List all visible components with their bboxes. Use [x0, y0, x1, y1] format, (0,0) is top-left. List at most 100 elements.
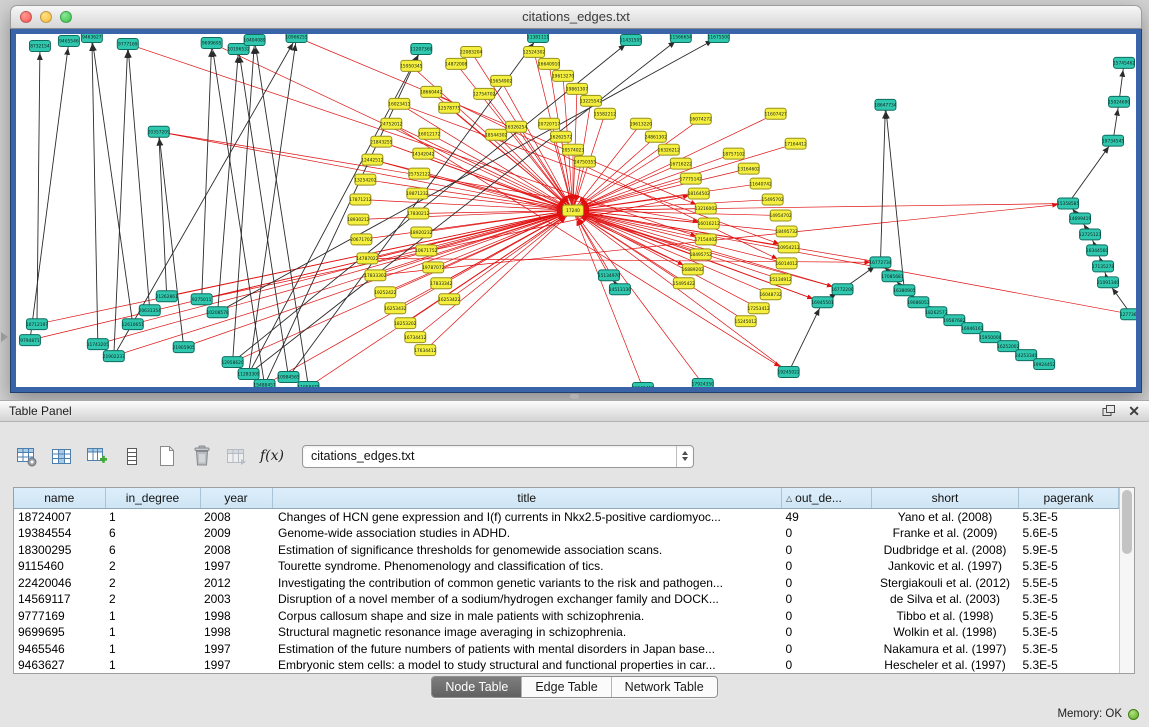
graph-node[interactable]: 19924452 — [1033, 359, 1055, 370]
graph-node[interactable]: 16734412 — [404, 332, 426, 343]
graph-node[interactable]: 15488457 — [253, 380, 275, 387]
graph-node[interactable]: 17085681 — [881, 271, 903, 282]
graph-node[interactable]: 9777169 — [117, 38, 138, 49]
graph-node[interactable]: 13225542 — [580, 95, 602, 106]
graph-node[interactable]: 18930212 — [347, 214, 369, 225]
graph-node[interactable]: 11675500 — [708, 34, 730, 42]
graph-node[interactable]: 11058475 — [297, 382, 319, 387]
graph-node[interactable]: 16048732 — [760, 289, 782, 300]
graph-node[interactable]: 9699695 — [201, 37, 222, 48]
graph-node[interactable]: 13254202 — [354, 174, 376, 185]
graph-node[interactable]: 12773602 — [1120, 309, 1136, 320]
table-row[interactable]: 977716911998Corpus callosum shape and si… — [14, 608, 1119, 625]
graph-node[interactable]: 12958620 — [221, 357, 243, 368]
graph-node[interactable]: 22083204 — [460, 46, 482, 57]
table-scrollbar[interactable] — [1119, 488, 1134, 673]
graph-node[interactable]: 19734545 — [1102, 135, 1124, 146]
graph-node[interactable]: 15134912 — [769, 274, 791, 285]
graph-node[interactable]: 17924350 — [692, 379, 714, 387]
graph-node[interactable]: 11283309 — [237, 369, 259, 380]
graph-node[interactable]: 21843255 — [370, 136, 392, 147]
table-mode-icon[interactable] — [12, 441, 42, 471]
tab-network-table[interactable]: Network Table — [611, 677, 717, 697]
graph-node[interactable]: 11381111 — [527, 34, 549, 42]
graph-node[interactable]: 12725123 — [1079, 229, 1101, 240]
graph-node[interactable]: 18757102 — [723, 148, 745, 159]
table-row[interactable]: 1456911722003Disruption of a novel membe… — [14, 591, 1119, 608]
window-titlebar[interactable]: citations_edges.txt — [10, 5, 1142, 29]
new-table-icon[interactable] — [152, 441, 182, 471]
graph-node[interactable]: 16716222 — [670, 158, 692, 169]
table-row[interactable]: 1938455462009Genome-wide association stu… — [14, 525, 1119, 542]
graph-node[interactable]: 19861307 — [566, 83, 588, 94]
graph-node[interactable]: 15950345 — [400, 60, 422, 71]
graph-node[interactable]: 16772200 — [831, 284, 853, 295]
graph-node[interactable]: 16344560 — [1086, 245, 1108, 256]
graph-node[interactable]: 13164602 — [738, 163, 760, 174]
graph-node[interactable]: 15024690 — [1108, 96, 1130, 107]
graph-node[interactable]: 11607427 — [764, 108, 786, 119]
panel-resize-handle[interactable] — [570, 394, 579, 399]
network-view[interactable]: 1724087321549465546946362797771699699695… — [16, 34, 1136, 387]
graph-node[interactable]: 16772734 — [869, 257, 891, 268]
graph-node[interactable]: 16016212 — [698, 218, 720, 229]
graph-node[interactable]: 13216002 — [695, 203, 717, 214]
graph-node[interactable]: 16242452 — [632, 383, 654, 387]
table-row[interactable]: 946362711997Embryonic stem cells: a mode… — [14, 657, 1119, 674]
table-row[interactable]: 946554611997Estimation of the future num… — [14, 641, 1119, 658]
graph-node[interactable]: 10966255 — [285, 34, 307, 42]
graph-node[interactable]: 19086053 — [907, 297, 929, 308]
graph-node[interactable]: 18660442 — [420, 86, 442, 97]
graph-node[interactable]: 17135278 — [1092, 261, 1114, 272]
graph-node[interactable]: 12578775 — [438, 102, 460, 113]
graph-node[interactable]: 16023411 — [388, 98, 410, 109]
graph-node[interactable]: 19613220 — [630, 118, 652, 129]
graph-node[interactable]: 21262861 — [156, 291, 178, 302]
graph-node[interactable]: 19613270 — [552, 70, 574, 81]
graph-node[interactable]: 17830212 — [407, 208, 429, 219]
graph-node[interactable]: 12754702 — [473, 88, 495, 99]
tab-node-table[interactable]: Node Table — [432, 677, 521, 697]
graph-node[interactable]: 20720717 — [538, 118, 560, 129]
graph-node[interactable]: 18495752 — [690, 249, 712, 260]
graph-node[interactable]: 18495732 — [775, 226, 797, 237]
graph-node[interactable]: 19871232 — [406, 188, 428, 199]
graph-node[interactable]: 19787072 — [422, 262, 444, 273]
scrollbar-thumb[interactable] — [1122, 490, 1132, 554]
graph-node[interactable]: 17154402 — [695, 234, 717, 245]
graph-node[interactable]: 11207360 — [410, 43, 432, 54]
graph-node[interactable]: 17775142 — [680, 173, 702, 184]
graph-node[interactable]: 18253202 — [394, 318, 416, 329]
graph-node[interactable]: 19245022 — [777, 367, 799, 378]
graph-node[interactable]: 14954702 — [769, 210, 791, 221]
graph-node[interactable]: 14342042 — [412, 148, 434, 159]
graph-node[interactable]: 16262572 — [550, 131, 572, 142]
graph-node[interactable]: 25752122 — [408, 168, 430, 179]
graph-node[interactable]: 10954212 — [777, 242, 799, 253]
network-canvas[interactable]: 1724087321549465546946362797771699699695… — [16, 34, 1136, 387]
column-header[interactable]: name — [14, 488, 105, 508]
graph-node[interactable]: 16014012 — [775, 258, 797, 269]
tab-edge-table[interactable]: Edge Table — [521, 677, 610, 697]
graph-node[interactable]: 14787022 — [356, 253, 378, 264]
column-header[interactable]: year — [200, 488, 272, 508]
delete-column-icon[interactable] — [117, 441, 147, 471]
graph-node[interactable]: 16640910 — [538, 58, 560, 69]
graph-node[interactable]: 21091340 — [1097, 277, 1119, 288]
graph-node[interactable]: 11743205 — [87, 339, 109, 350]
table-row[interactable]: 1830029562008Estimation of significance … — [14, 542, 1119, 559]
graph-node[interactable]: 16253422 — [438, 294, 460, 305]
show-columns-icon[interactable] — [47, 441, 77, 471]
graph-node[interactable]: 18544302 — [485, 129, 507, 140]
graph-node[interactable]: 18164502 — [688, 188, 710, 199]
function-builder-icon[interactable]: f(x) — [257, 441, 287, 471]
panel-collapse-arrow[interactable] — [1, 332, 8, 342]
graph-node[interactable]: 10671752 — [415, 245, 437, 256]
graph-node[interactable]: 15654902 — [490, 75, 512, 86]
graph-node[interactable]: 9794871 — [19, 335, 40, 346]
graph-node[interactable]: 17833302 — [364, 270, 386, 281]
graph-node[interactable]: 21902233 — [103, 351, 125, 362]
graph-node[interactable]: 16074272 — [690, 113, 712, 124]
table-select-dropdown[interactable]: citations_edges.txt — [302, 445, 694, 468]
delete-table-icon[interactable] — [187, 441, 217, 471]
